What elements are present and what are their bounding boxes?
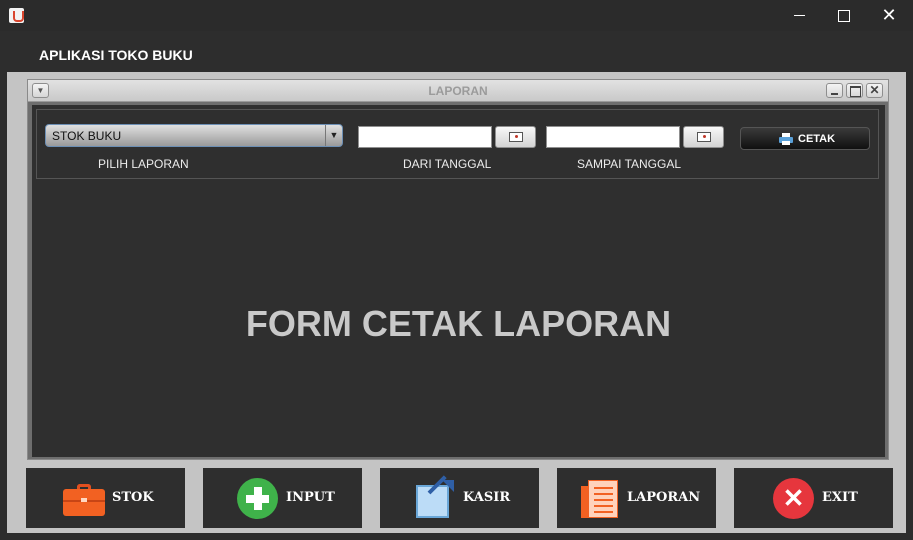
app-title: APLIKASI TOKO BUKU <box>39 47 193 63</box>
laporan-internal-frame: ▼ LAPORAN ✕ STOK BUKU ▼ PILIH LAPORAN DA… <box>27 79 889 460</box>
laporan-button[interactable]: LAPORAN <box>557 468 716 528</box>
exit-button-label: EXIT <box>822 490 858 505</box>
stok-button[interactable]: STOK <box>26 468 185 528</box>
printer-icon <box>779 133 793 145</box>
report-type-select[interactable]: STOK BUKU ▼ <box>45 124 343 147</box>
print-button[interactable]: CETAK <box>740 127 870 150</box>
window-maximize-button[interactable] <box>821 0 867 31</box>
kasir-button-label: KASIR <box>463 490 511 505</box>
input-button[interactable]: INPUT <box>203 468 362 528</box>
kasir-button[interactable]: KASIR <box>380 468 539 528</box>
window-close-button[interactable]: ✕ <box>866 0 912 31</box>
input-button-label: INPUT <box>286 490 335 505</box>
form-heading: FORM CETAK LAPORAN <box>245 303 672 344</box>
report-options-panel: STOK BUKU ▼ PILIH LAPORAN DARI TANGGAL S… <box>36 109 879 179</box>
window-titlebar: ✕ <box>0 0 913 31</box>
internal-frame-title: LAPORAN <box>428 84 488 98</box>
internal-frame-body: STOK BUKU ▼ PILIH LAPORAN DARI TANGGAL S… <box>32 105 885 457</box>
to-date-input[interactable] <box>546 126 680 148</box>
briefcase-icon <box>63 484 105 516</box>
frame-minimize-button[interactable] <box>826 83 843 98</box>
share-arrow-icon <box>416 475 454 518</box>
calendar-icon <box>697 132 711 142</box>
print-button-label: CETAK <box>798 133 836 145</box>
report-type-value: STOK BUKU <box>52 129 122 143</box>
report-document-icon <box>581 480 618 518</box>
from-date-picker-button[interactable] <box>495 126 536 148</box>
app-header: APLIKASI TOKO BUKU <box>0 31 913 72</box>
from-date-label: DARI TANGGAL <box>403 157 492 171</box>
frame-maximize-button[interactable] <box>846 83 863 98</box>
to-date-label: SAMPAI TANGGAL <box>577 157 682 171</box>
laporan-button-label: LAPORAN <box>627 490 701 505</box>
window-minimize-button[interactable] <box>776 0 822 31</box>
from-date-input[interactable] <box>358 126 492 148</box>
report-type-label: PILIH LAPORAN <box>98 157 189 171</box>
stok-button-label: STOK <box>112 490 154 505</box>
close-circle-icon: ✕ <box>773 478 814 519</box>
plus-circle-icon <box>237 478 278 519</box>
calendar-icon <box>509 132 523 142</box>
java-cup-icon <box>9 8 24 23</box>
internal-frame-titlebar[interactable]: ▼ LAPORAN ✕ <box>28 80 888 102</box>
frame-close-button[interactable]: ✕ <box>866 83 883 98</box>
to-date-picker-button[interactable] <box>683 126 724 148</box>
exit-button[interactable]: ✕ EXIT <box>734 468 893 528</box>
chevron-down-icon[interactable]: ▼ <box>325 125 342 146</box>
